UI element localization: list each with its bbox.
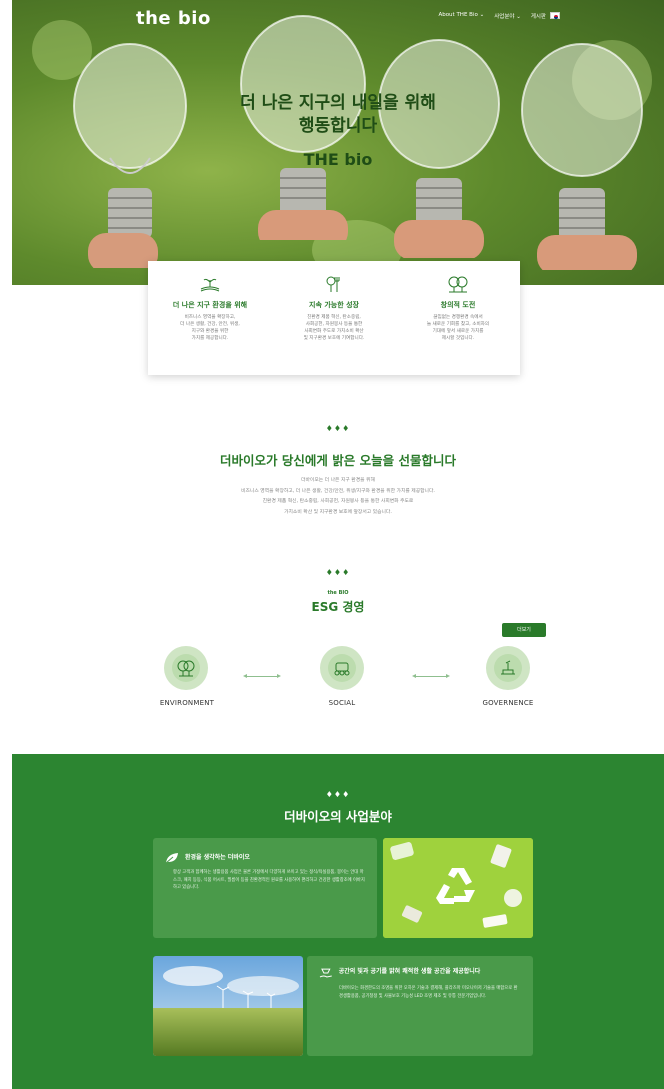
hero-headline-line1: 더 나은 지구의 내일을 위해: [240, 93, 436, 113]
seedling-field-icon: [200, 278, 220, 292]
feature-challenge: 창의적 도전 끊임없는 경쟁환경 속에서 늘 새로운 기회를 찾고, 소비자의 …: [396, 261, 520, 375]
business-card-title: 환경을 생각하는 더바이오: [185, 854, 250, 861]
esg-label-social: SOCIAL: [328, 699, 356, 707]
double-arrow-icon: [243, 674, 281, 678]
lightbulb-image: [378, 39, 500, 258]
business-card-body: 더바이오는 화경한도의 조명을 위한 오하온 기술과 결제해, 플라즈마 미오나…: [339, 986, 518, 999]
tree-fork-icon: [326, 276, 340, 292]
section-divider-dots: ♦♦♦: [325, 790, 351, 799]
korean-flag-icon[interactable]: [550, 12, 560, 19]
feature-desc: 끊임없는 경쟁환경 속에서 늘 새로운 기회를 찾고, 소비자의 기대에 앞서 …: [426, 315, 490, 341]
feature-title: 더 나은 지구 환경을 위해: [172, 301, 248, 309]
business-card-eco[interactable]: 환경을 생각하는 더바이오 항상 고객과 함께하는 생활용품 사업은 물론 가정…: [153, 838, 377, 938]
business-card-body: 항상 고객과 함께하는 생활용품 사업은 물론 가정에서 다양하게 쓰이고 있는…: [173, 870, 365, 890]
feature-card: 더 나은 지구 환경을 위해 비즈니스 영역을 확장하고, 더 나은 생활, 건…: [148, 261, 520, 375]
business-card-lighting[interactable]: 공간의 빛과 공기를 밝혀 쾌적한 생활 공간을 제공합니다 더바이오는 화경한…: [307, 956, 533, 1056]
hero-brand: THE bio: [303, 150, 373, 169]
esg-label-environment: ENVIRONMENT: [159, 699, 215, 707]
double-arrow-icon: [412, 674, 450, 678]
recycle-image: [383, 838, 533, 938]
hero-banner: the bio About THE Bio ⌄ 사업분야 ⌄ 게시판 더 나은 …: [12, 0, 664, 285]
social-icon[interactable]: [320, 646, 364, 690]
trees-icon: [448, 276, 468, 293]
esg-kicker: the BIO: [327, 590, 349, 596]
wind-farm-image: [153, 956, 303, 1056]
business-title: 더바이오의 사업분야: [284, 809, 392, 824]
governance-icon[interactable]: [486, 646, 530, 690]
nav-item-business[interactable]: 사업분야 ⌄: [494, 12, 521, 20]
nav-item-about[interactable]: About THE Bio ⌄: [438, 12, 484, 20]
more-button[interactable]: 더보기: [502, 623, 546, 637]
feature-growth: 지속 가능한 성장 친환경 제품 혁신, 탄소중립, 사회공헌, 자원봉사 등을…: [272, 261, 396, 375]
lamp-hand-icon: [319, 968, 332, 978]
main-nav: About THE Bio ⌄ 사업분야 ⌄ 게시판: [438, 12, 546, 20]
site-logo[interactable]: the bio: [136, 8, 211, 29]
section-divider-dots: ♦♦♦: [325, 424, 351, 433]
nav-item-board[interactable]: 게시판: [531, 12, 546, 20]
hero-headline-line2: 행동합니다: [298, 116, 378, 136]
feature-title: 지속 가능한 성장: [309, 301, 359, 309]
leaf-icon: [165, 853, 178, 864]
environment-icon[interactable]: [164, 646, 208, 690]
intro-body: 더바이오는 더 나은 지구 환경을 위해 비즈니스 영역을 확장하고, 더 나은…: [241, 478, 435, 515]
intro-title: 더바이오가 당신에게 밝은 오늘을 선물합니다: [220, 453, 456, 468]
feature-title: 창의적 도전: [440, 301, 476, 309]
feature-environment: 더 나은 지구 환경을 위해 비즈니스 영역을 확장하고, 더 나은 생활, 건…: [148, 261, 272, 375]
feature-desc: 비즈니스 영역을 확장하고, 더 나은 생활, 건강, 안전, 위생, 지구와 …: [180, 315, 240, 341]
business-card-title: 공간의 빛과 공기를 밝혀 쾌적한 생활 공간을 제공합니다: [338, 968, 481, 975]
feature-desc: 친환경 제품 혁신, 탄소중립, 사회공헌, 자원봉사 등을 통한 사회변화 주…: [303, 315, 365, 341]
esg-label-governance: GOVERNENCE: [482, 699, 534, 707]
page-frame: the bio About THE Bio ⌄ 사업분야 ⌄ 게시판 더 나은 …: [12, 0, 664, 1089]
section-divider-dots: ♦♦♦: [325, 568, 351, 577]
top-navigation: the bio About THE Bio ⌄ 사업분야 ⌄ 게시판: [12, 0, 664, 34]
business-section: ♦♦♦ 더바이오의 사업분야 환경을 생각하는 더바이오 항상 고객과 함께하는…: [12, 754, 664, 1089]
esg-title: ESG 경영: [311, 600, 365, 614]
